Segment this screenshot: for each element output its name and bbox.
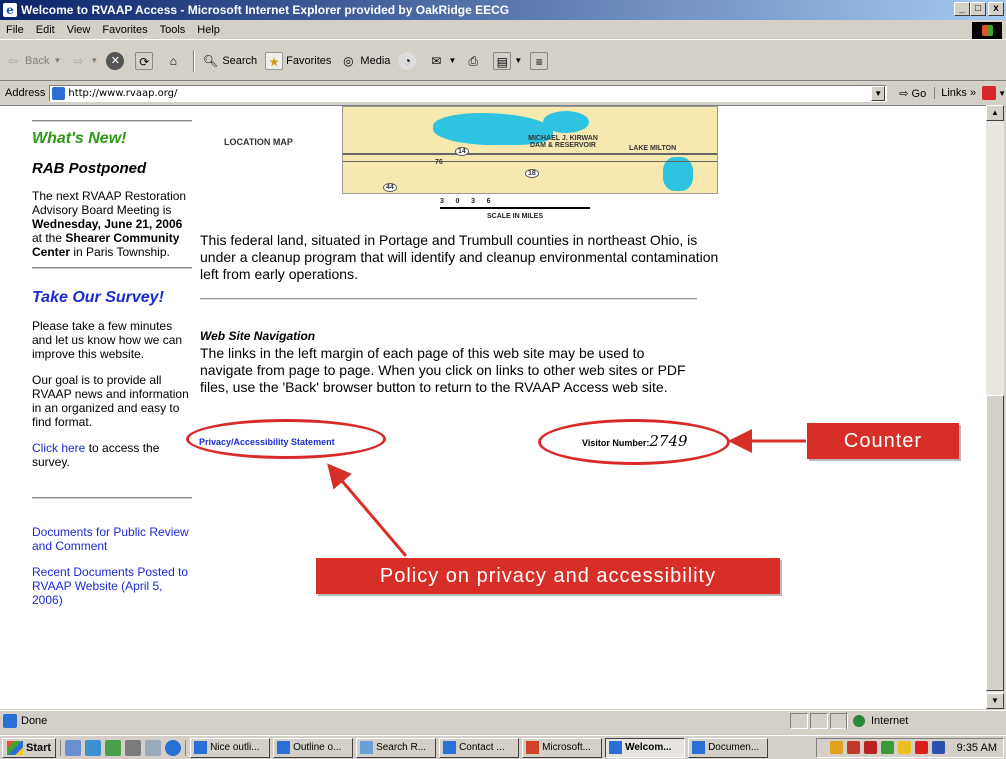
menu-help[interactable]: Help [191, 24, 226, 36]
tray-icon[interactable] [880, 741, 894, 754]
word-icon [277, 741, 291, 754]
tray-icon[interactable] [846, 741, 860, 754]
ie-window: e Welcome to RVAAP Access - Microsoft In… [0, 0, 1006, 759]
menu-tools[interactable]: Tools [154, 24, 192, 36]
page-status-icon [3, 713, 17, 728]
task-button[interactable]: Documen... [688, 737, 769, 758]
page-icon [52, 86, 66, 100]
home-button[interactable]: ⌂ [164, 52, 185, 70]
clock: 9:35 AM [956, 741, 997, 754]
menu-bar: File Edit View Favorites Tools Help [0, 20, 1006, 40]
history-icon: ◔ [398, 51, 417, 70]
title-bar: e Welcome to RVAAP Access - Microsoft In… [0, 0, 1006, 20]
toolbar: ⇦ Back ▼ ⇨ ▼ ✕ ⟳ ⌂ 🔍︎ Search ★ Favorites… [0, 41, 1006, 81]
ie-logo-icon: e [3, 3, 17, 17]
app-icon[interactable] [105, 739, 122, 756]
task-button[interactable]: Contact ... [439, 737, 520, 758]
word-icon [194, 741, 208, 754]
word-icon [692, 741, 706, 754]
tray-icon[interactable] [914, 741, 928, 754]
address-input[interactable]: http://www.rvaap.org/ [49, 84, 888, 102]
minimize-button[interactable]: _ [954, 2, 970, 16]
edit-button[interactable]: ▤ ▼ [493, 51, 522, 70]
status-bar: Done Internet [0, 710, 1006, 730]
scroll-up-button[interactable]: ▲ [986, 105, 1004, 121]
policy-arrow [327, 463, 408, 557]
address-bar: Address http://www.rvaap.org/ ▼ ⇨ Go Lin… [0, 83, 1006, 103]
menu-file[interactable]: File [0, 24, 30, 36]
powerpoint-icon [526, 741, 540, 754]
menu-view[interactable]: View [61, 24, 97, 36]
tray-icon[interactable] [829, 741, 843, 754]
start-button[interactable]: Start [2, 737, 57, 758]
go-button[interactable]: ⇨ Go [899, 87, 926, 100]
forward-button[interactable]: ⇨ ▼ [69, 52, 98, 70]
maximize-button[interactable]: □ [970, 2, 986, 16]
links-button[interactable]: Links » [934, 87, 976, 99]
stop-button[interactable]: ✕ [106, 51, 127, 70]
windows-logo-icon [972, 22, 1002, 39]
back-arrow-icon: ⇦ [7, 53, 19, 68]
menu-edit[interactable]: Edit [30, 24, 61, 36]
forward-arrow-icon: ⇨ [73, 53, 84, 68]
print-icon: ⎙ [468, 53, 479, 68]
desktop-icon[interactable] [65, 739, 82, 756]
media-button[interactable]: ◎ Media [339, 52, 390, 70]
search-button[interactable]: 🔍︎ Search [201, 52, 257, 70]
window-title: Welcome to RVAAP Access - Microsoft Inte… [21, 3, 510, 17]
ie-task-icon [609, 741, 623, 754]
address-dropdown-button[interactable]: ▼ [871, 85, 886, 101]
internet-globe-icon [853, 714, 865, 727]
task-button[interactable]: Outline o... [273, 737, 354, 758]
go-arrow-icon: ⇨ [899, 87, 909, 100]
favorites-icon: ★ [265, 51, 284, 70]
web-page: What's New! RAB Postponed The next RVAAP… [0, 105, 986, 709]
home-icon: ⌂ [169, 53, 177, 68]
discuss-icon: ≡ [530, 51, 549, 70]
refresh-icon: ⟳ [135, 51, 154, 70]
tray-icon[interactable] [863, 741, 877, 754]
vertical-scrollbar[interactable]: ▲ ▼ [986, 105, 1004, 709]
media-icon: ◎ [343, 53, 354, 68]
security-zone: Internet [846, 712, 986, 729]
scroll-down-button[interactable]: ▼ [986, 693, 1004, 709]
mail-quick-icon[interactable] [145, 739, 162, 756]
stop-icon: ✕ [106, 51, 125, 70]
favorites-button[interactable]: ★ Favorites [265, 51, 331, 70]
print-button[interactable]: ⎙ [464, 52, 485, 70]
address-label: Address [5, 87, 46, 99]
tray-icon[interactable] [931, 741, 945, 754]
word-icon [443, 741, 457, 754]
pdf-icon[interactable] [982, 86, 997, 100]
task-button[interactable]: Nice outli... [190, 737, 271, 758]
mail-icon: ✉ [431, 53, 442, 68]
history-button[interactable]: ◔ [398, 51, 419, 70]
back-button[interactable]: ⇦ Back ▼ [4, 52, 61, 70]
refresh-button[interactable]: ⟳ [135, 51, 156, 70]
search-task-icon [360, 741, 374, 754]
discuss-button[interactable]: ≡ [530, 51, 551, 70]
windows-flag-icon [7, 740, 23, 755]
counter-callout: Counter [807, 423, 959, 459]
windows-taskbar: Start Nice outli... Outline o... Search … [0, 735, 1006, 759]
menu-favorites[interactable]: Favorites [96, 24, 153, 36]
close-button[interactable]: x [988, 2, 1004, 16]
task-button-active[interactable]: Welcom... [605, 737, 686, 758]
policy-callout: Policy on privacy and accessibility [316, 558, 780, 594]
mail-button[interactable]: ✉ ▼ [427, 52, 456, 70]
annotation-arrows [327, 429, 806, 557]
media-player-icon[interactable] [125, 739, 142, 756]
task-button[interactable]: Search R... [356, 737, 437, 758]
system-tray: 9:35 AM [816, 737, 1004, 758]
ie-quick-icon[interactable] [165, 739, 182, 756]
edit-icon: ▤ [493, 51, 512, 70]
outlook-icon[interactable] [85, 739, 102, 756]
task-button[interactable]: Microsoft... [522, 737, 603, 758]
search-icon: 🔍︎ [202, 53, 218, 68]
scroll-thumb[interactable] [986, 395, 1004, 691]
status-text: Done [21, 714, 48, 727]
quick-launch [60, 739, 187, 756]
tray-icon[interactable] [897, 741, 911, 754]
